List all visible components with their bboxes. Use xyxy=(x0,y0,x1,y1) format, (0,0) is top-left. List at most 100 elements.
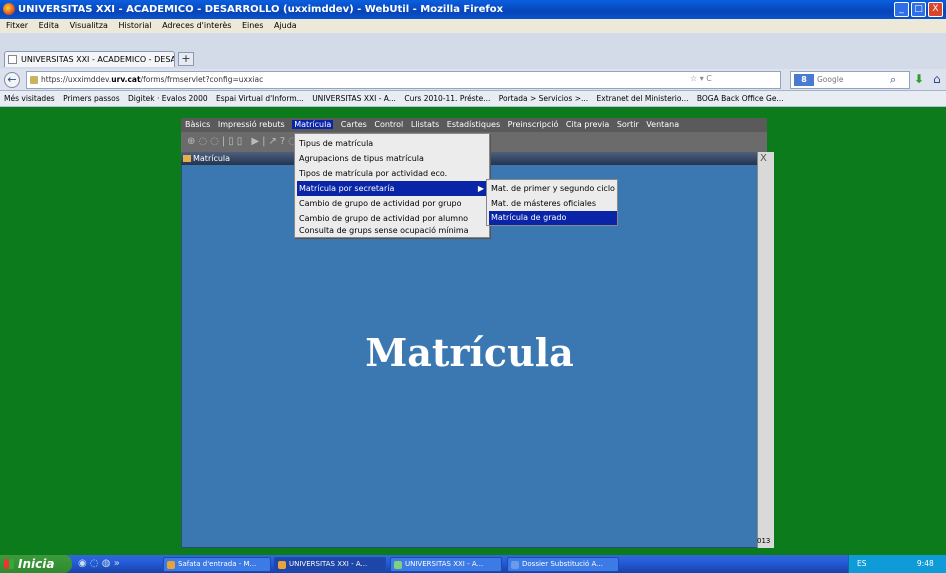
secretaria-submenu: Mat. de primer y segundo ciclo Mat. de m… xyxy=(486,179,618,226)
app-menu-llistats[interactable]: Llistats xyxy=(411,120,439,129)
lock-icon xyxy=(30,76,38,84)
search-engine-icon[interactable]: 8 xyxy=(794,74,814,86)
menu-adreces[interactable]: Adreces d'interès xyxy=(162,21,231,30)
window-icon xyxy=(183,155,191,162)
firefox-icon xyxy=(3,3,15,15)
taskbar-button[interactable]: UNIVERSITAS XXI - A... xyxy=(274,557,386,572)
app-menu-cartes[interactable]: Cartes xyxy=(341,120,367,129)
window-title: UNIVERSITAS XXI - ACADEMICO - DESARROLLO… xyxy=(18,4,504,15)
taskbar-button-label: Safata d'entrada - M... xyxy=(178,560,257,568)
menu-item-cambio-alumno[interactable]: Cambio de grupo de actividad por alumno xyxy=(297,211,487,226)
menu-item-label: Agrupacions de tipus matrícula xyxy=(299,154,424,163)
bookmark-item[interactable]: Primers passos xyxy=(63,94,120,103)
app-menu-preinscripcio[interactable]: Preinscripció xyxy=(508,120,559,129)
matricula-dropdown-menu: Tipus de matrícula Agrupacions de tipus … xyxy=(294,133,490,238)
menu-item-label: Matrícula por secretaría xyxy=(299,184,395,193)
search-placeholder: Google xyxy=(817,75,844,84)
bookmark-item[interactable]: BOGA Back Office Ge... xyxy=(697,94,784,103)
browser-tab[interactable]: UNIVERSITAS XXI - ACADEMICO - DESARRO... xyxy=(4,51,175,67)
menu-historial[interactable]: Historial xyxy=(118,21,151,30)
system-tray: ES 9:48 xyxy=(848,555,946,573)
clock: 9:48 xyxy=(916,559,934,568)
menu-item-label: Consulta de grups sense ocupació mínima xyxy=(299,226,469,235)
app-menu-matricula[interactable]: Matrícula xyxy=(292,120,334,129)
url-path: /forms/frmservlet?config=uxxiac xyxy=(140,75,264,84)
download-icon[interactable]: ⬇ xyxy=(914,72,924,86)
app-menu-estadistiques[interactable]: Estadístiques xyxy=(447,120,500,129)
matricula-window-title: Matrícula xyxy=(193,154,231,163)
url-host: urv.cat xyxy=(111,75,141,84)
app-menu-ventana[interactable]: Ventana xyxy=(646,120,679,129)
start-button[interactable]: Inicia xyxy=(0,555,72,573)
submenu-item-masteres[interactable]: Mat. de másteres oficiales xyxy=(489,196,617,211)
menu-item-label: Mat. de primer y segundo ciclo xyxy=(491,184,615,193)
menu-eines[interactable]: Eines xyxy=(242,21,263,30)
minimize-button[interactable]: _ xyxy=(894,2,909,17)
app-menu-cita-previa[interactable]: Cita previa xyxy=(566,120,609,129)
maximize-button[interactable]: □ xyxy=(911,2,926,17)
bookmark-item[interactable]: UNIVERSITAS XXI - A... xyxy=(312,94,396,103)
background-window-number: 013 xyxy=(757,537,771,545)
search-icon[interactable]: ⌕ xyxy=(890,73,896,87)
menu-item-matricula-secretaria[interactable]: Matrícula por secretaría ▶ xyxy=(297,181,487,196)
menu-item-tipus-matricula[interactable]: Tipus de matrícula xyxy=(297,136,487,151)
app-menu-control[interactable]: Control xyxy=(374,120,403,129)
menu-item-label: Tipus de matrícula xyxy=(299,139,374,148)
submenu-item-primer-segundo[interactable]: Mat. de primer y segundo ciclo xyxy=(489,181,617,196)
bookmark-item[interactable]: Portada > Servicios >... xyxy=(499,94,588,103)
taskbar-button-label: UNIVERSITAS XXI - A... xyxy=(405,560,484,568)
menu-edita[interactable]: Edita xyxy=(39,21,59,30)
browser-menubar: Fitxer Edita Visualitza Historial Adrece… xyxy=(0,19,946,33)
bookmark-item[interactable]: Més visitades xyxy=(4,94,55,103)
home-icon[interactable]: ⌂ xyxy=(933,72,941,86)
bookmark-item[interactable]: Curs 2010-11. Préste... xyxy=(404,94,490,103)
bookmarks-toolbar: Més visitades Primers passos Digitek · E… xyxy=(0,91,946,107)
bookmark-star-reload-icons[interactable]: ☆ ▾ C xyxy=(690,74,712,83)
new-tab-button[interactable]: + xyxy=(178,52,194,66)
taskbar-button[interactable]: Dossier Substitució A... xyxy=(507,557,619,572)
bookmark-item[interactable]: Extranet del Ministerio... xyxy=(597,94,689,103)
matricula-heading: Matrícula xyxy=(365,330,574,375)
taskbar-button-label: UNIVERSITAS XXI - A... xyxy=(289,560,368,568)
menu-item-label: Tipos de matrícula por actividad eco. xyxy=(299,169,448,178)
menu-item-consulta-grups[interactable]: Consulta de grups sense ocupació mínima xyxy=(297,225,487,237)
window-title-bar: UNIVERSITAS XXI - ACADEMICO - DESARROLLO… xyxy=(0,0,946,19)
submenu-item-grado[interactable]: Matrícula de grado xyxy=(489,211,617,225)
windows-flag-icon xyxy=(4,559,14,569)
browser-icon xyxy=(394,561,402,569)
mail-icon xyxy=(167,561,175,569)
tab-label: UNIVERSITAS XXI - ACADEMICO - DESARRO... xyxy=(21,55,174,64)
menu-visualitza[interactable]: Visualitza xyxy=(70,21,108,30)
menu-item-label: Cambio de grupo de actividad por grupo xyxy=(299,199,462,208)
document-icon xyxy=(511,561,519,569)
url-input[interactable]: https://uxximddev.urv.cat/forms/frmservl… xyxy=(26,71,781,89)
start-label: Inicia xyxy=(18,557,55,571)
bookmark-item[interactable]: Espai Virtual d'Inform... xyxy=(216,94,304,103)
menu-fitxer[interactable]: Fitxer xyxy=(6,21,28,30)
menu-item-agrupacions[interactable]: Agrupacions de tipus matrícula xyxy=(297,151,487,166)
menu-item-tipos-actividad[interactable]: Tipos de matrícula por actividad eco. xyxy=(297,166,487,181)
quick-launch[interactable]: ◉ ◌ ◍ » xyxy=(78,555,158,573)
back-button[interactable]: ← xyxy=(4,72,20,88)
close-window-button[interactable]: X xyxy=(928,2,943,17)
taskbar-button[interactable]: Safata d'entrada - M... xyxy=(163,557,271,572)
app-menu-sortir[interactable]: Sortir xyxy=(617,120,639,129)
page-icon xyxy=(8,55,17,64)
menu-item-cambio-grupo[interactable]: Cambio de grupo de actividad por grupo xyxy=(297,196,487,211)
menu-ajuda[interactable]: Ajuda xyxy=(274,21,297,30)
language-indicator[interactable]: ES xyxy=(857,559,867,568)
app-menu-impressio[interactable]: Impressió rebuts xyxy=(218,120,285,129)
close-icon[interactable]: X xyxy=(760,153,767,164)
submenu-arrow-icon: ▶ xyxy=(477,184,484,193)
taskbar-button-label: Dossier Substitució A... xyxy=(522,560,603,568)
app-menubar: Bàsics Impressió rebuts Matrícula Cartes… xyxy=(181,118,767,132)
firefox-icon xyxy=(278,561,286,569)
menu-item-label: Mat. de másteres oficiales xyxy=(491,199,597,208)
menu-item-label: Matrícula de grado xyxy=(491,213,567,222)
url-prefix: https://uxximddev. xyxy=(41,75,112,84)
bookmark-item[interactable]: Digitek · Evalos 2000 xyxy=(128,94,208,103)
menu-item-label: Cambio de grupo de actividad por alumno xyxy=(299,214,469,223)
app-menu-basics[interactable]: Bàsics xyxy=(185,120,210,129)
taskbar-button[interactable]: UNIVERSITAS XXI - A... xyxy=(390,557,502,572)
background-window-edge: X xyxy=(757,152,774,548)
